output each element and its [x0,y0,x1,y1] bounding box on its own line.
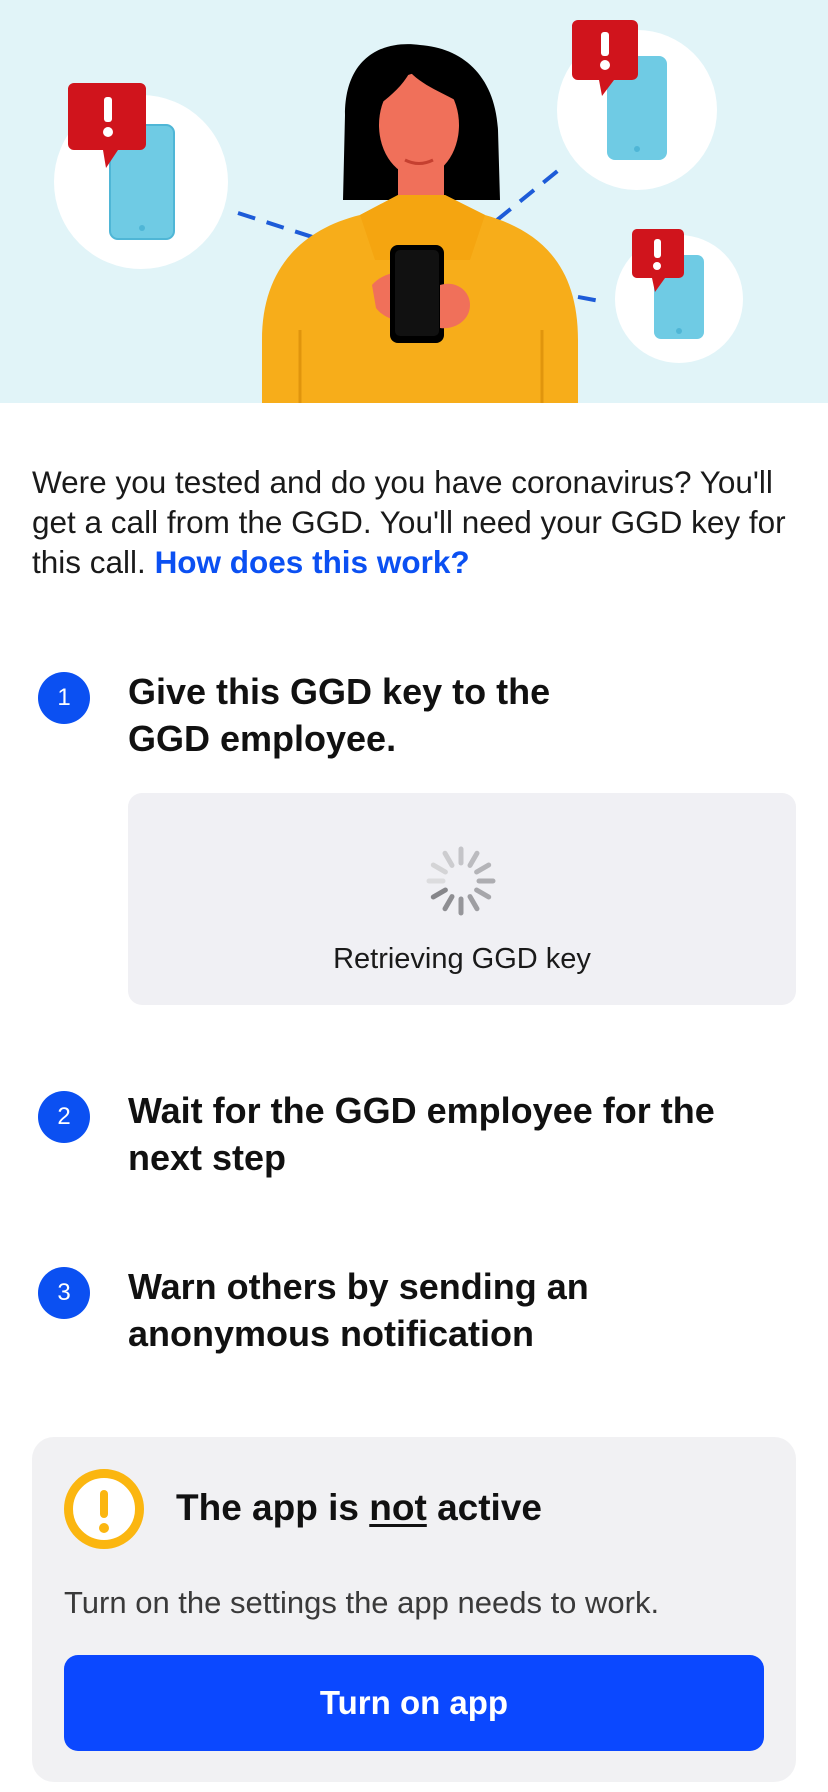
turn-on-app-button[interactable]: Turn on app [64,1655,764,1751]
app-status-description: Turn on the settings the app needs to wo… [64,1585,660,1620]
top-right-phone-alert [557,20,717,190]
title-suffix: active [437,1487,542,1528]
app-status-title: The app is not active [176,1487,542,1529]
step-title-line: anonymous notification [128,1313,535,1354]
exclamation-circle-icon [64,1469,144,1549]
person [262,44,578,403]
app-not-active-card: The app is not active Turn on the settin… [32,1437,796,1782]
step-title-line: next step [128,1137,287,1178]
step-title: Warn others by sending an anonymous noti… [128,1263,808,1357]
title-emphasis: not [369,1487,427,1528]
step-number-badge: 2 [38,1091,90,1143]
step-title: Give this GGD key to the GGD employee. [128,668,808,762]
title-prefix: The app is [176,1487,359,1528]
how-does-this-work-link[interactable]: How does this work? [155,544,470,580]
bottom-right-phone-alert [615,229,743,363]
step-title-line: Warn others by sending an [128,1266,589,1307]
ggd-key-box: Retrieving GGD key [128,793,796,1005]
step-title-line: Give this GGD key to the [128,671,551,712]
person-phone-notifications-illustration [54,20,743,403]
step-title-line: GGD employee. [128,718,397,759]
step-title-line: Wait for the GGD employee for the [128,1090,715,1131]
loading-spinner-icon [426,846,496,916]
left-phone-alert [54,83,228,269]
intro-text: Were you tested and do you have coronavi… [32,462,802,582]
retrieving-key-status: Retrieving GGD key [333,943,591,975]
hero-illustration [0,0,828,403]
step-number-badge: 3 [38,1267,90,1319]
step-number-badge: 1 [38,672,90,724]
step-title: Wait for the GGD employee for the next s… [128,1087,808,1181]
